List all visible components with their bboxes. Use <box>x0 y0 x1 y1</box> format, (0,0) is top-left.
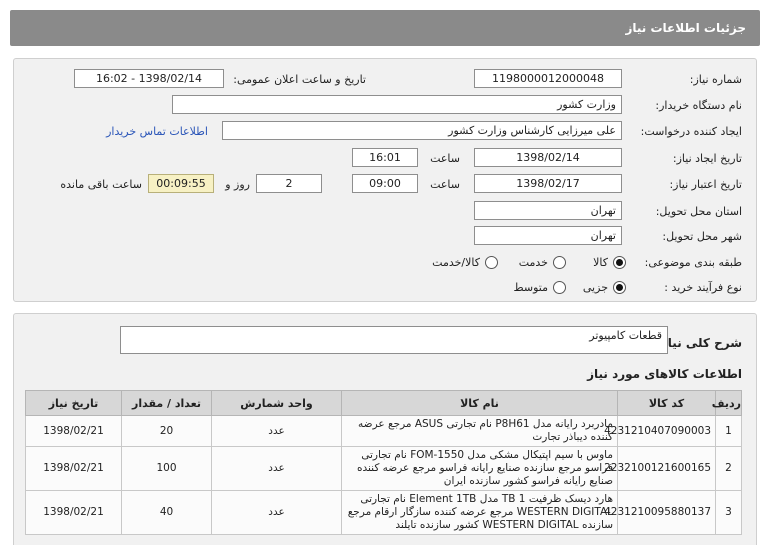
process-radio-medium[interactable] <box>553 281 566 294</box>
category-label: طبقه بندی موضوعی: <box>644 256 742 269</box>
row-unit: عدد <box>211 490 342 535</box>
need-details-panel: شماره نیاز: 1198000012000048 تاریخ و ساع… <box>13 58 757 302</box>
validity-time-field: 09:00 <box>352 174 418 193</box>
row-name: ماوس با سیم اپتیکال مشکی مدل FOM-1550 نا… <box>341 446 618 491</box>
announce-field: 1398/02/14 - 16:02 <box>74 69 224 88</box>
days-field: 2 <box>256 174 322 193</box>
category-option-goods: کالا <box>593 256 608 269</box>
row-date: 1398/02/21 <box>25 415 122 447</box>
process-option-medium: متوسط <box>513 281 548 294</box>
row-need-number: شماره نیاز: 1198000012000048 تاریخ و ساع… <box>14 69 756 91</box>
goods-panel: شرح کلی نیاز: قطعات کامپیوتر اطلاعات کال… <box>13 313 757 545</box>
row-qty: 20 <box>121 415 212 447</box>
category-option-service: خدمت <box>518 256 548 269</box>
buyer-field: وزارت کشور <box>172 95 622 114</box>
general-description-field: قطعات کامپیوتر <box>120 326 668 354</box>
created-label: تاریخ ایجاد نیاز: <box>672 152 742 165</box>
category-radio-goods[interactable] <box>613 256 626 269</box>
col-header-code: کد کالا <box>617 390 716 416</box>
row-unit: عدد <box>211 446 342 491</box>
validity-date-field: 1398/02/17 <box>474 174 622 193</box>
goods-section-title: اطلاعات کالاهای مورد نیاز <box>587 367 742 381</box>
page-header: جزئیات اطلاعات نیاز <box>10 10 760 46</box>
general-description-label: شرح کلی نیاز: <box>656 336 742 350</box>
table-row: 3 4231210095880137 هارد دیسک ظرفیت 1 TB … <box>25 490 742 535</box>
days-label: روز و <box>225 178 250 191</box>
row-code: 4231210407090003 <box>604 415 716 447</box>
row-validity: تاریخ اعتبار نیاز: 1398/02/17 ساعت 09:00… <box>14 174 756 196</box>
remaining-time-field: 00:09:55 <box>148 174 214 193</box>
col-header-index: ردیف <box>712 390 742 416</box>
col-header-unit: واحد شمارش <box>211 390 342 416</box>
col-header-qty: تعداد / مقدار <box>121 390 212 416</box>
row-name: مادربرد رایانه مدل P8H61 نام تجارتی ASUS… <box>341 415 618 447</box>
row-date: 1398/02/21 <box>25 490 122 535</box>
row-province: استان محل تحویل: تهران <box>14 201 756 223</box>
category-radio-goods-service[interactable] <box>485 256 498 269</box>
row-index: 1 <box>715 415 742 447</box>
city-label: شهر محل تحویل: <box>662 230 742 243</box>
process-option-minor: جزیی <box>582 281 608 294</box>
created-date-field: 1398/02/14 <box>474 148 622 167</box>
row-date: 1398/02/21 <box>25 446 122 491</box>
announce-label: تاریخ و ساعت اعلان عمومی: <box>233 73 366 86</box>
creator-label: ایجاد کننده درخواست: <box>640 125 742 138</box>
page-title: جزئیات اطلاعات نیاز <box>625 21 746 35</box>
buyer-label: نام دستگاه خریدار: <box>655 99 742 112</box>
row-code: 2232100121600165 <box>604 446 716 491</box>
col-header-name: نام کالا <box>341 390 618 416</box>
process-radio-minor[interactable] <box>613 281 626 294</box>
row-city: شهر محل تحویل: تهران <box>14 226 756 248</box>
row-category: طبقه بندی موضوعی: کالا خدمت کالا/خدمت <box>14 252 756 274</box>
validity-label: تاریخ اعتبار نیاز: <box>669 178 742 191</box>
col-header-date: تاریخ نیاز <box>25 390 122 416</box>
validity-time-label: ساعت <box>430 178 460 191</box>
row-creator: ایجاد کننده درخواست: علی میرزایی کارشناس… <box>14 121 756 143</box>
row-name: هارد دیسک ظرفیت 1 TB مدل Element 1TB نام… <box>341 490 618 535</box>
city-field: تهران <box>474 226 622 245</box>
row-process: نوع فرآیند خرید : جزیی متوسط <box>14 277 756 299</box>
province-field: تهران <box>474 201 622 220</box>
row-buyer: نام دستگاه خریدار: وزارت کشور <box>14 95 756 117</box>
created-time-field: 16:01 <box>352 148 418 167</box>
need-number-field: 1198000012000048 <box>474 69 622 88</box>
creator-field: علی میرزایی کارشناس وزارت کشور <box>222 121 622 140</box>
buyer-contact-link[interactable]: اطلاعات تماس خریدار <box>106 121 208 143</box>
need-number-label: شماره نیاز: <box>689 73 742 86</box>
table-row: 2 2232100121600165 ماوس با سیم اپتیکال م… <box>25 446 742 491</box>
goods-table: ردیف کد کالا نام کالا واحد شمارش تعداد /… <box>25 390 742 535</box>
category-option-goods-service: کالا/خدمت <box>432 256 480 269</box>
row-qty: 40 <box>121 490 212 535</box>
row-index: 2 <box>715 446 742 491</box>
table-row: 1 4231210407090003 مادربرد رایانه مدل P8… <box>25 415 742 447</box>
province-label: استان محل تحویل: <box>655 205 742 218</box>
row-unit: عدد <box>211 415 342 447</box>
row-qty: 100 <box>121 446 212 491</box>
category-radio-service[interactable] <box>553 256 566 269</box>
remaining-label: ساعت باقی مانده <box>60 178 142 191</box>
row-created: تاریخ ایجاد نیاز: 1398/02/14 ساعت 16:01 <box>14 148 756 170</box>
row-index: 3 <box>715 490 742 535</box>
goods-table-header: ردیف کد کالا نام کالا واحد شمارش تعداد /… <box>25 390 742 416</box>
created-time-label: ساعت <box>430 152 460 165</box>
process-label: نوع فرآیند خرید : <box>664 281 742 294</box>
row-code: 4231210095880137 <box>604 490 716 535</box>
